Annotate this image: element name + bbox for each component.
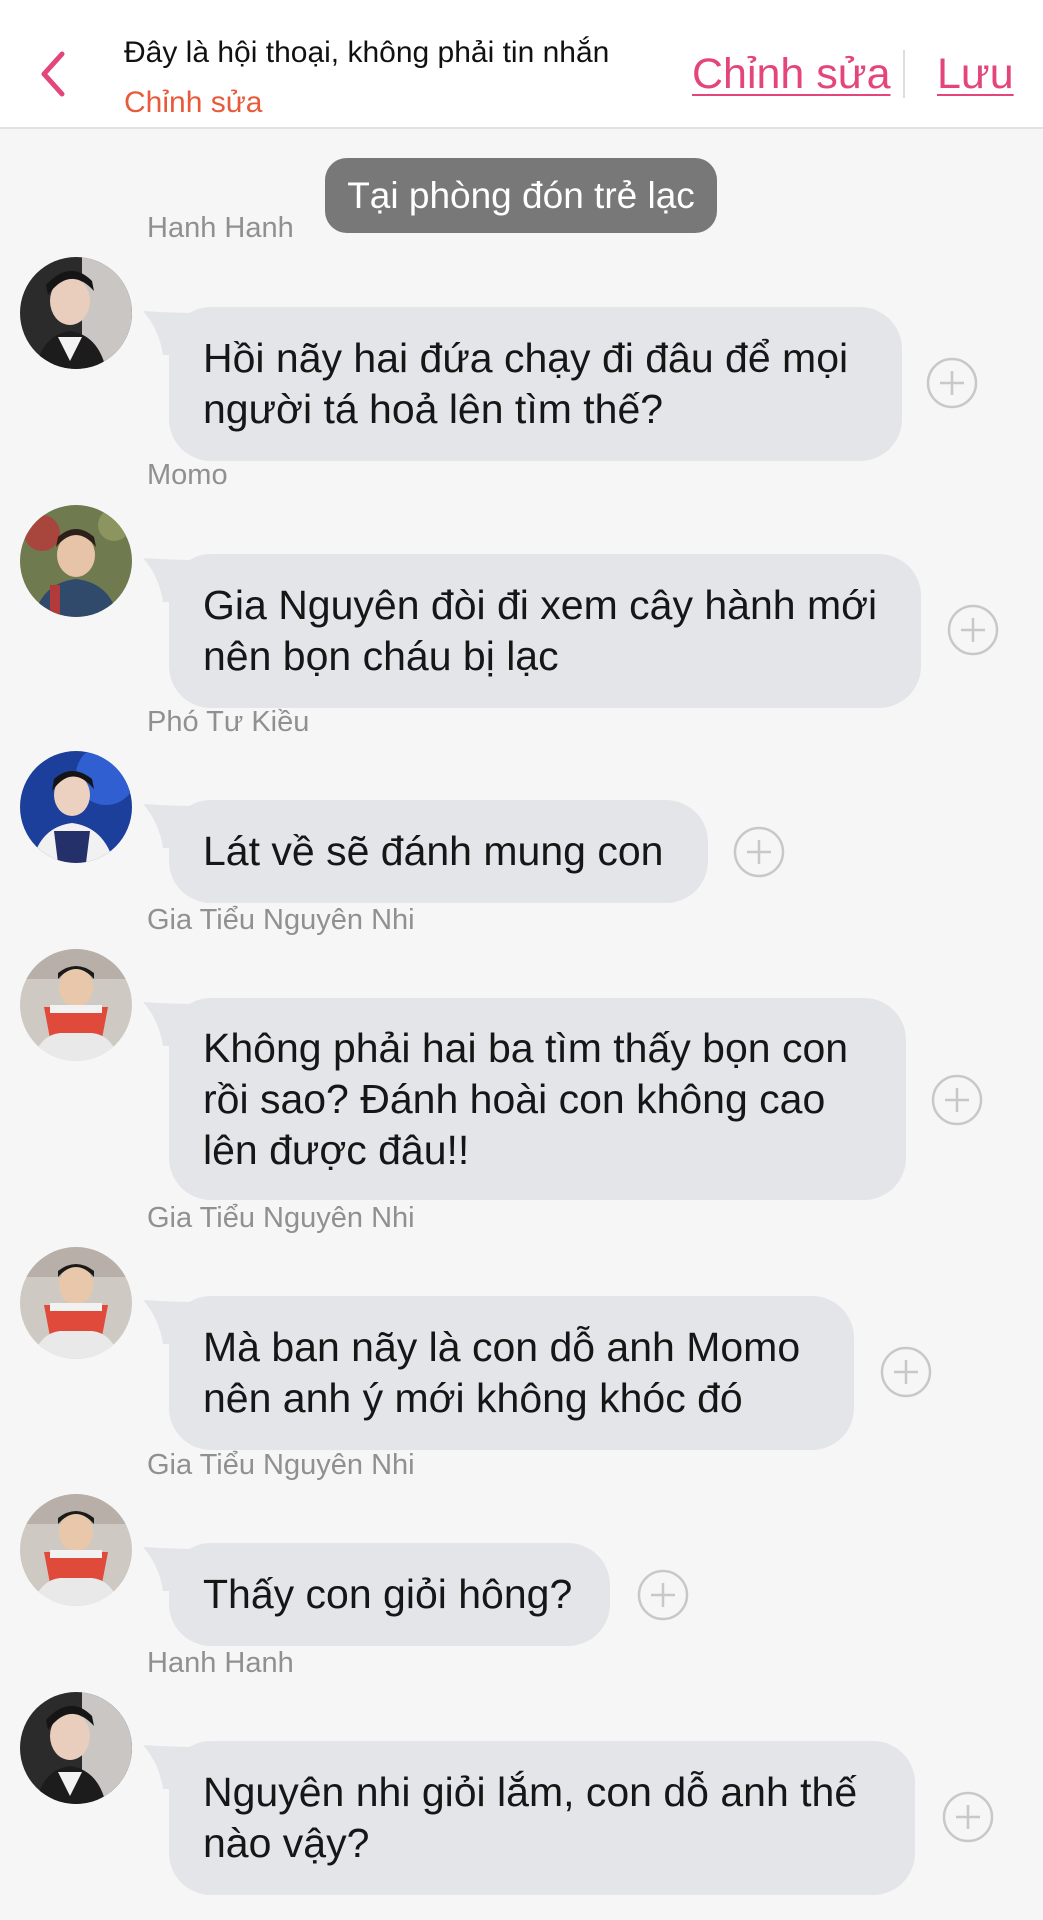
- top-bar: Đây là hội thoại, không phải tin nhắn Ch…: [0, 0, 1043, 129]
- avatar[interactable]: [20, 949, 132, 1061]
- sender-name: Gia Tiểu Nguyên Nhi: [147, 1202, 415, 1234]
- message-text: Hồi nãy hai đứa chạy đi đâu để mọi người…: [203, 335, 849, 432]
- avatar[interactable]: [20, 1247, 132, 1359]
- conversation-title: Đây là hội thoại, không phải tin nhắn: [124, 36, 610, 69]
- message-bubble[interactable]: Gia Nguyên đòi đi xem cây hành mới nên b…: [143, 554, 921, 708]
- message-bubble[interactable]: Lát về sẽ đánh mung con: [143, 800, 708, 903]
- chat-area: Tại phòng đón trẻ lạc Hanh Hanh Hồi nãy …: [0, 129, 1043, 1920]
- message-bubble[interactable]: Hồi nãy hai đứa chạy đi đâu để mọi người…: [143, 307, 902, 461]
- add-icon[interactable]: [637, 1569, 689, 1621]
- message-text: Nguyên nhi giỏi lắm, con dỗ anh thế nào …: [203, 1769, 858, 1866]
- avatar[interactable]: [20, 751, 132, 863]
- avatar[interactable]: [20, 1692, 132, 1804]
- sender-name: Gia Tiểu Nguyên Nhi: [147, 1449, 415, 1481]
- add-icon[interactable]: [947, 604, 999, 656]
- sender-name: Hanh Hanh: [147, 1647, 294, 1679]
- message-bubble[interactable]: Thấy con giỏi hông?: [143, 1543, 610, 1646]
- message-text: Lát về sẽ đánh mung con: [203, 828, 664, 874]
- message-text: Thấy con giỏi hông?: [203, 1571, 573, 1617]
- bubble-tail: [143, 1002, 199, 1046]
- avatar[interactable]: [20, 1494, 132, 1606]
- sender-name: Phó Tư Kiều: [147, 706, 310, 738]
- add-icon[interactable]: [926, 357, 978, 409]
- bubble-tail: [143, 1745, 199, 1789]
- add-icon[interactable]: [931, 1074, 983, 1126]
- message-text: Không phải hai ba tìm thấy bọn con rồi s…: [203, 1024, 849, 1173]
- bubble-tail: [143, 1547, 199, 1591]
- message-bubble[interactable]: Mà ban nãy là con dỗ anh Momo nên anh ý …: [143, 1296, 854, 1450]
- add-icon[interactable]: [880, 1346, 932, 1398]
- scene-badge: Tại phòng đón trẻ lạc: [325, 158, 717, 233]
- bubble-tail: [143, 804, 199, 848]
- message-text: Gia Nguyên đòi đi xem cây hành mới nên b…: [203, 582, 878, 679]
- sender-name: Gia Tiểu Nguyên Nhi: [147, 904, 415, 936]
- add-icon[interactable]: [942, 1791, 994, 1843]
- edit-button[interactable]: Chỉnh sửa: [692, 50, 891, 99]
- sender-name: Hanh Hanh: [147, 212, 294, 244]
- message-text: Mà ban nãy là con dỗ anh Momo nên anh ý …: [203, 1324, 801, 1421]
- avatar[interactable]: [20, 257, 132, 369]
- bubble-tail: [143, 1300, 199, 1344]
- add-icon[interactable]: [733, 826, 785, 878]
- avatar[interactable]: [20, 505, 132, 617]
- message-bubble[interactable]: Không phải hai ba tìm thấy bọn con rồi s…: [143, 998, 906, 1200]
- header-divider: [903, 50, 905, 98]
- bubble-tail: [143, 558, 199, 602]
- bubble-tail: [143, 311, 199, 355]
- save-button[interactable]: Lưu: [937, 50, 1014, 99]
- back-chevron-icon[interactable]: [34, 48, 74, 100]
- edit-subtitle-link[interactable]: Chỉnh sửa: [124, 86, 263, 120]
- sender-name: Momo: [147, 459, 228, 491]
- message-bubble[interactable]: Nguyên nhi giỏi lắm, con dỗ anh thế nào …: [143, 1741, 915, 1895]
